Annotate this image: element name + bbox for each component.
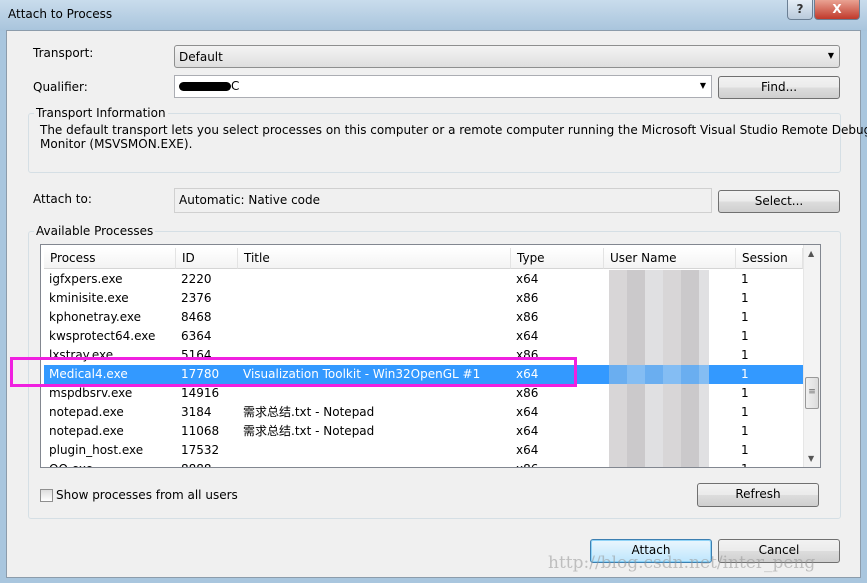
redacted-user-name [609,365,709,384]
cell-session: 1 [741,291,749,305]
transport-value: Default [179,50,223,64]
cell-process: notepad.exe [49,424,124,438]
available-processes-label: Available Processes [34,224,156,238]
qualifier-value: C [231,79,240,93]
transport-dropdown[interactable]: Default ▼ [174,45,840,68]
attach-to-label: Attach to: [33,192,92,206]
cell-process: QQ.exe [49,460,177,467]
cell-session: 1 [741,348,749,362]
cell-id: 2376 [181,291,212,305]
redacted-user-name [609,270,709,289]
process-row[interactable]: plugin_host.exe 17532 x64 1 [44,441,803,460]
redacted-user-name [609,327,709,346]
redacted-user-name [609,384,709,403]
process-row[interactable]: notepad.exe 11068 需求总结.txt - Notepad x64 1 [44,422,803,441]
process-row[interactable]: kwsprotect64.exe 6364 x64 1 [44,327,803,346]
cell-session: 1 [741,310,749,324]
transport-info-text-1: The default transport lets you select pr… [40,123,867,137]
attach-to-field: Automatic: Native code [174,188,712,213]
cell-id: 2220 [181,272,212,286]
column-header-user[interactable]: User Name [604,248,736,269]
redacted-user-name [609,441,709,460]
column-header-session[interactable]: Session [736,248,803,269]
cell-id: 8468 [181,310,212,324]
redacted-user-name [609,289,709,308]
process-list[interactable]: Process ID Title Type User Name Session igfxp… [40,244,821,468]
show-all-users-checkbox[interactable] [40,489,53,502]
column-header-type[interactable]: Type [511,248,604,269]
cell-id: 17532 [181,443,220,457]
transport-info-text-2: Monitor (MSVSMON.EXE). [40,137,193,151]
show-all-users-label[interactable]: Show processes from all users [56,488,238,502]
scroll-down-icon[interactable]: ▼ [808,454,814,463]
cell-type: x86 [516,291,539,305]
transport-info-label: Transport Information [34,106,168,120]
cell-title: 需求总结.txt - Notepad [243,405,375,419]
process-row[interactable]: igfxpers.exe 2220 x64 1 [44,270,803,289]
qualifier-combobox[interactable]: C ▼ [174,75,712,98]
redacted-user-name [609,308,709,327]
redacted-user-name [609,460,709,467]
column-header-title[interactable]: Title [238,248,511,269]
cell-title: 需求总结.txt - Notepad [243,424,375,438]
cell-id: 11068 [181,424,220,438]
redacted-user-name [609,403,709,422]
cell-session: 1 [741,460,804,467]
cell-session: 1 [741,443,749,457]
scroll-up-icon[interactable]: ▲ [808,249,814,258]
cell-session: 1 [741,424,749,438]
cell-session: 1 [741,272,749,286]
redacted-user-name [609,422,709,441]
process-row[interactable]: kminisite.exe 2376 x86 1 [44,289,803,308]
cell-id: 6364 [181,329,212,343]
column-header-id[interactable]: ID [176,248,238,269]
window-title: Attach to Process [8,7,113,21]
help-button[interactable]: ? [787,0,813,20]
cell-type: x64 [516,272,539,286]
process-row[interactable]: QQ.exe 8888 x86 1 [44,460,804,467]
cell-session: 1 [741,386,749,400]
cell-type: x64 [516,443,539,457]
cell-process: kwsprotect64.exe [49,329,156,343]
cell-id: 8888 [181,460,239,467]
cell-session: 1 [741,405,749,419]
scroll-thumb[interactable]: ≡ [805,377,819,409]
highlight-annotation-box [10,357,577,387]
select-button[interactable]: Select... [718,190,840,213]
chevron-down-icon: ▼ [827,51,834,60]
cell-process: igfxpers.exe [49,272,123,286]
process-row[interactable]: notepad.exe 3184 需求总结.txt - Notepad x64 1 [44,403,803,422]
redacted-user-name [609,346,709,365]
cell-process: kphonetray.exe [49,310,141,324]
cell-type: x64 [516,329,539,343]
cell-process: notepad.exe [49,405,124,419]
find-button[interactable]: Find... [718,76,840,99]
cell-type: x64 [516,405,539,419]
qualifier-label: Qualifier: [33,80,88,94]
close-button[interactable]: X [814,0,860,20]
cell-type: x86 [516,460,605,467]
cell-session: 1 [741,329,749,343]
redacted-mark [179,82,231,91]
cell-process: kminisite.exe [49,291,129,305]
watermark: http://blog.csdn.net/inter_peng [548,553,816,573]
title-bar: Attach to Process [0,0,867,31]
vertical-scrollbar[interactable]: ▲ ≡ ▼ [803,245,820,467]
cell-id: 3184 [181,405,212,419]
chevron-down-icon[interactable]: ▼ [700,81,706,90]
process-row[interactable]: kphonetray.exe 8468 x86 1 [44,308,803,327]
cell-session: 1 [741,367,749,381]
refresh-button[interactable]: Refresh [697,483,819,507]
cell-type: x86 [516,310,539,324]
column-header-process[interactable]: Process [44,248,176,269]
cell-process: plugin_host.exe [49,443,144,457]
cell-type: x64 [516,424,539,438]
transport-label: Transport: [33,46,94,60]
